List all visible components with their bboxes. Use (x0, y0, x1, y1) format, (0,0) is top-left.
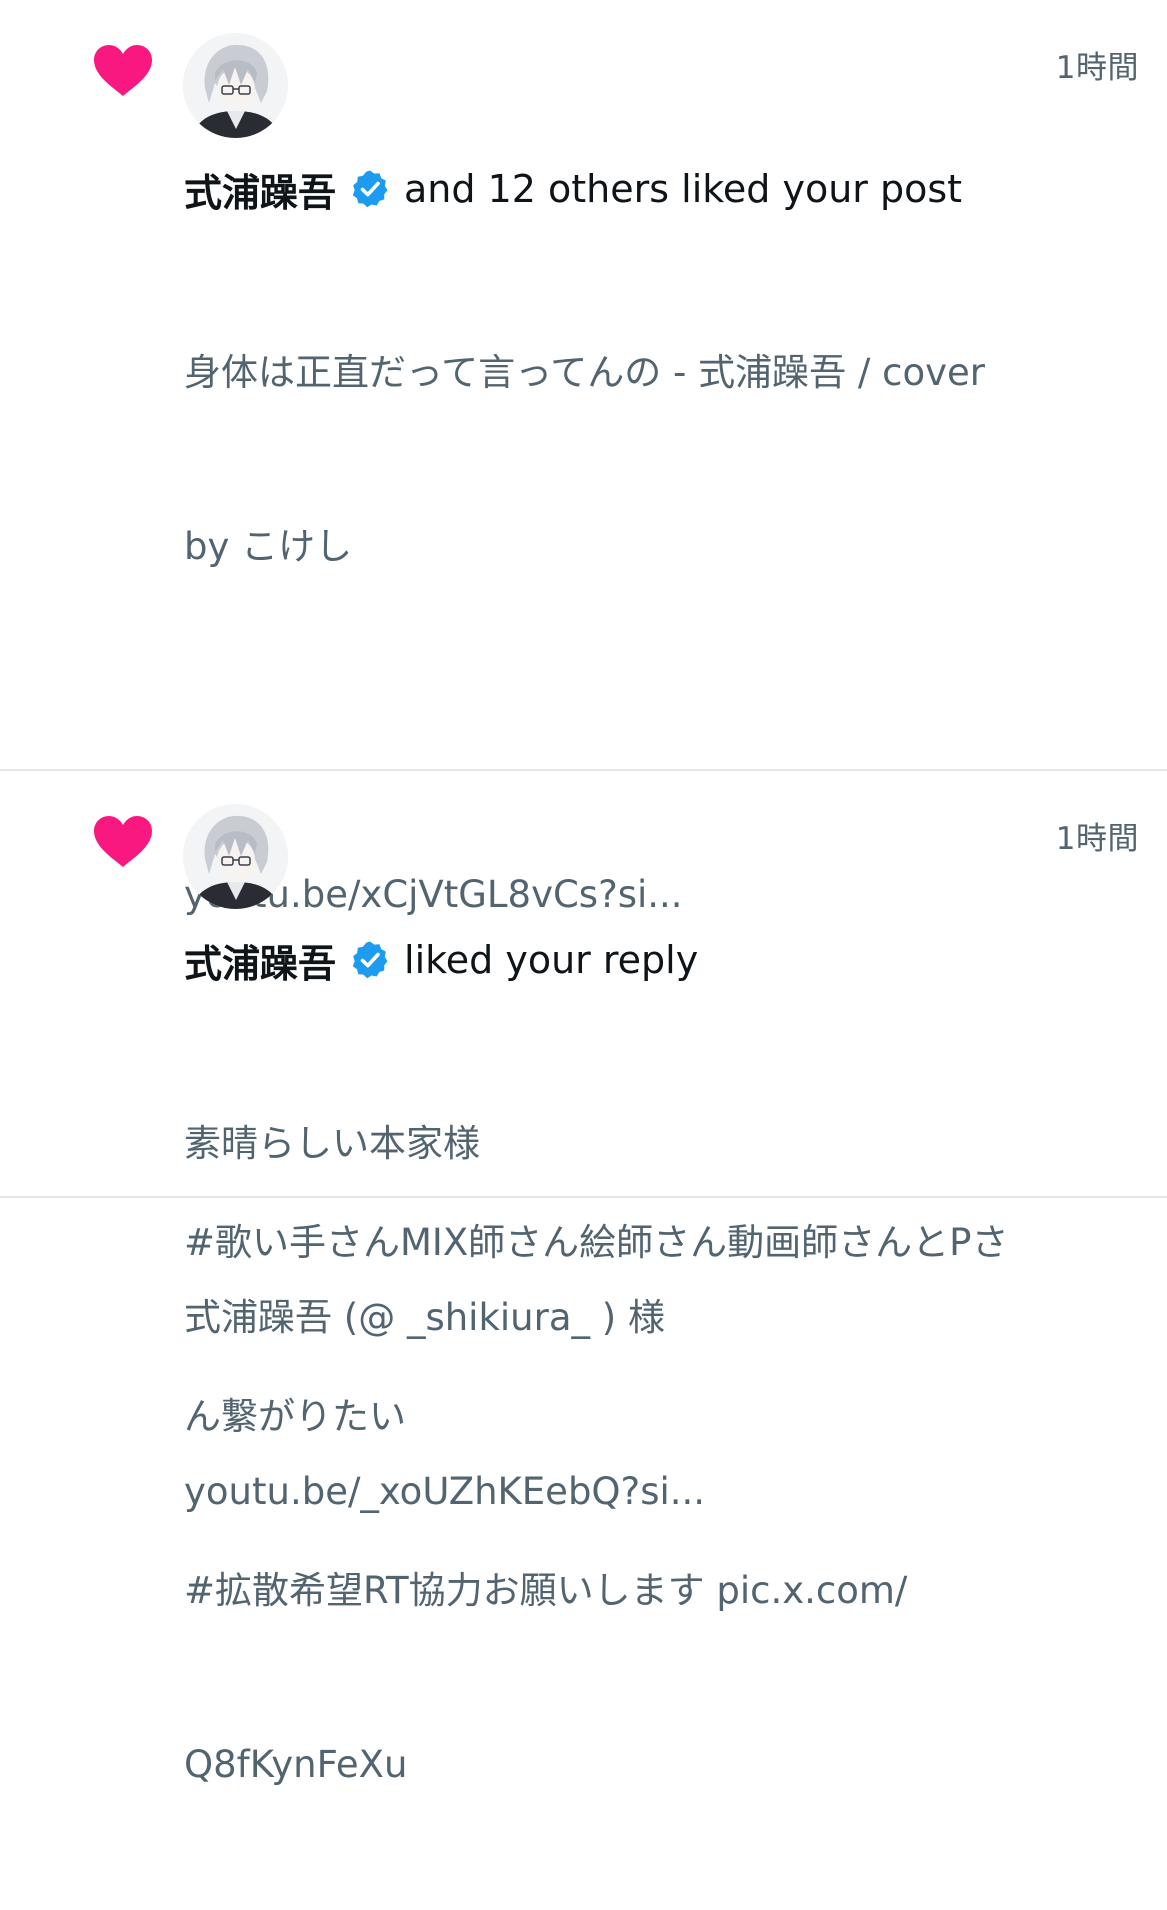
divider (0, 1196, 1167, 1198)
reply-preview[interactable]: 素晴らしい本家様 式浦躁吾 (@ _shikiura_ ) 様 youtu.be… (184, 999, 1144, 1637)
notification-item[interactable]: 1時間 式浦躁吾 liked your reply 素晴らしい本家様 式浦躁吾 … (0, 771, 1167, 1513)
notification-item[interactable]: 1時間 式浦躁吾 and 12 others liked your post 身… (0, 0, 1167, 1786)
avatar[interactable] (183, 804, 288, 909)
notification-headline: 式浦躁吾 liked your reply (184, 933, 699, 988)
action-text: and 12 others liked your post (404, 167, 963, 211)
verified-badge-icon (350, 169, 390, 209)
verified-badge-icon (350, 940, 390, 980)
heart-icon (92, 44, 154, 98)
heart-icon (92, 815, 154, 869)
reply-text-line: 素晴らしい本家様 (184, 1122, 480, 1165)
post-text-line: Q8fKynFeXu (184, 1743, 408, 1786)
action-text: liked your reply (404, 938, 699, 982)
actor-name[interactable]: 式浦躁吾 (184, 933, 336, 988)
timestamp: 1時間 (1055, 821, 1139, 857)
post-text-line: by こけし (184, 525, 353, 568)
post-text-line: 身体は正直だって言ってんの - 式浦躁吾 / cover (184, 351, 986, 394)
timestamp: 1時間 (1055, 50, 1139, 86)
post-text-line (184, 692, 1144, 750)
reply-text-line: 式浦躁吾 (@ _shikiura_ ) 様 (184, 1296, 665, 1339)
reply-link: youtu.be/_xoUZhKEebQ?si... (184, 1470, 706, 1513)
avatar[interactable] (183, 33, 288, 138)
notification-headline: 式浦躁吾 and 12 others liked your post (184, 162, 963, 217)
actor-name[interactable]: 式浦躁吾 (184, 162, 336, 217)
